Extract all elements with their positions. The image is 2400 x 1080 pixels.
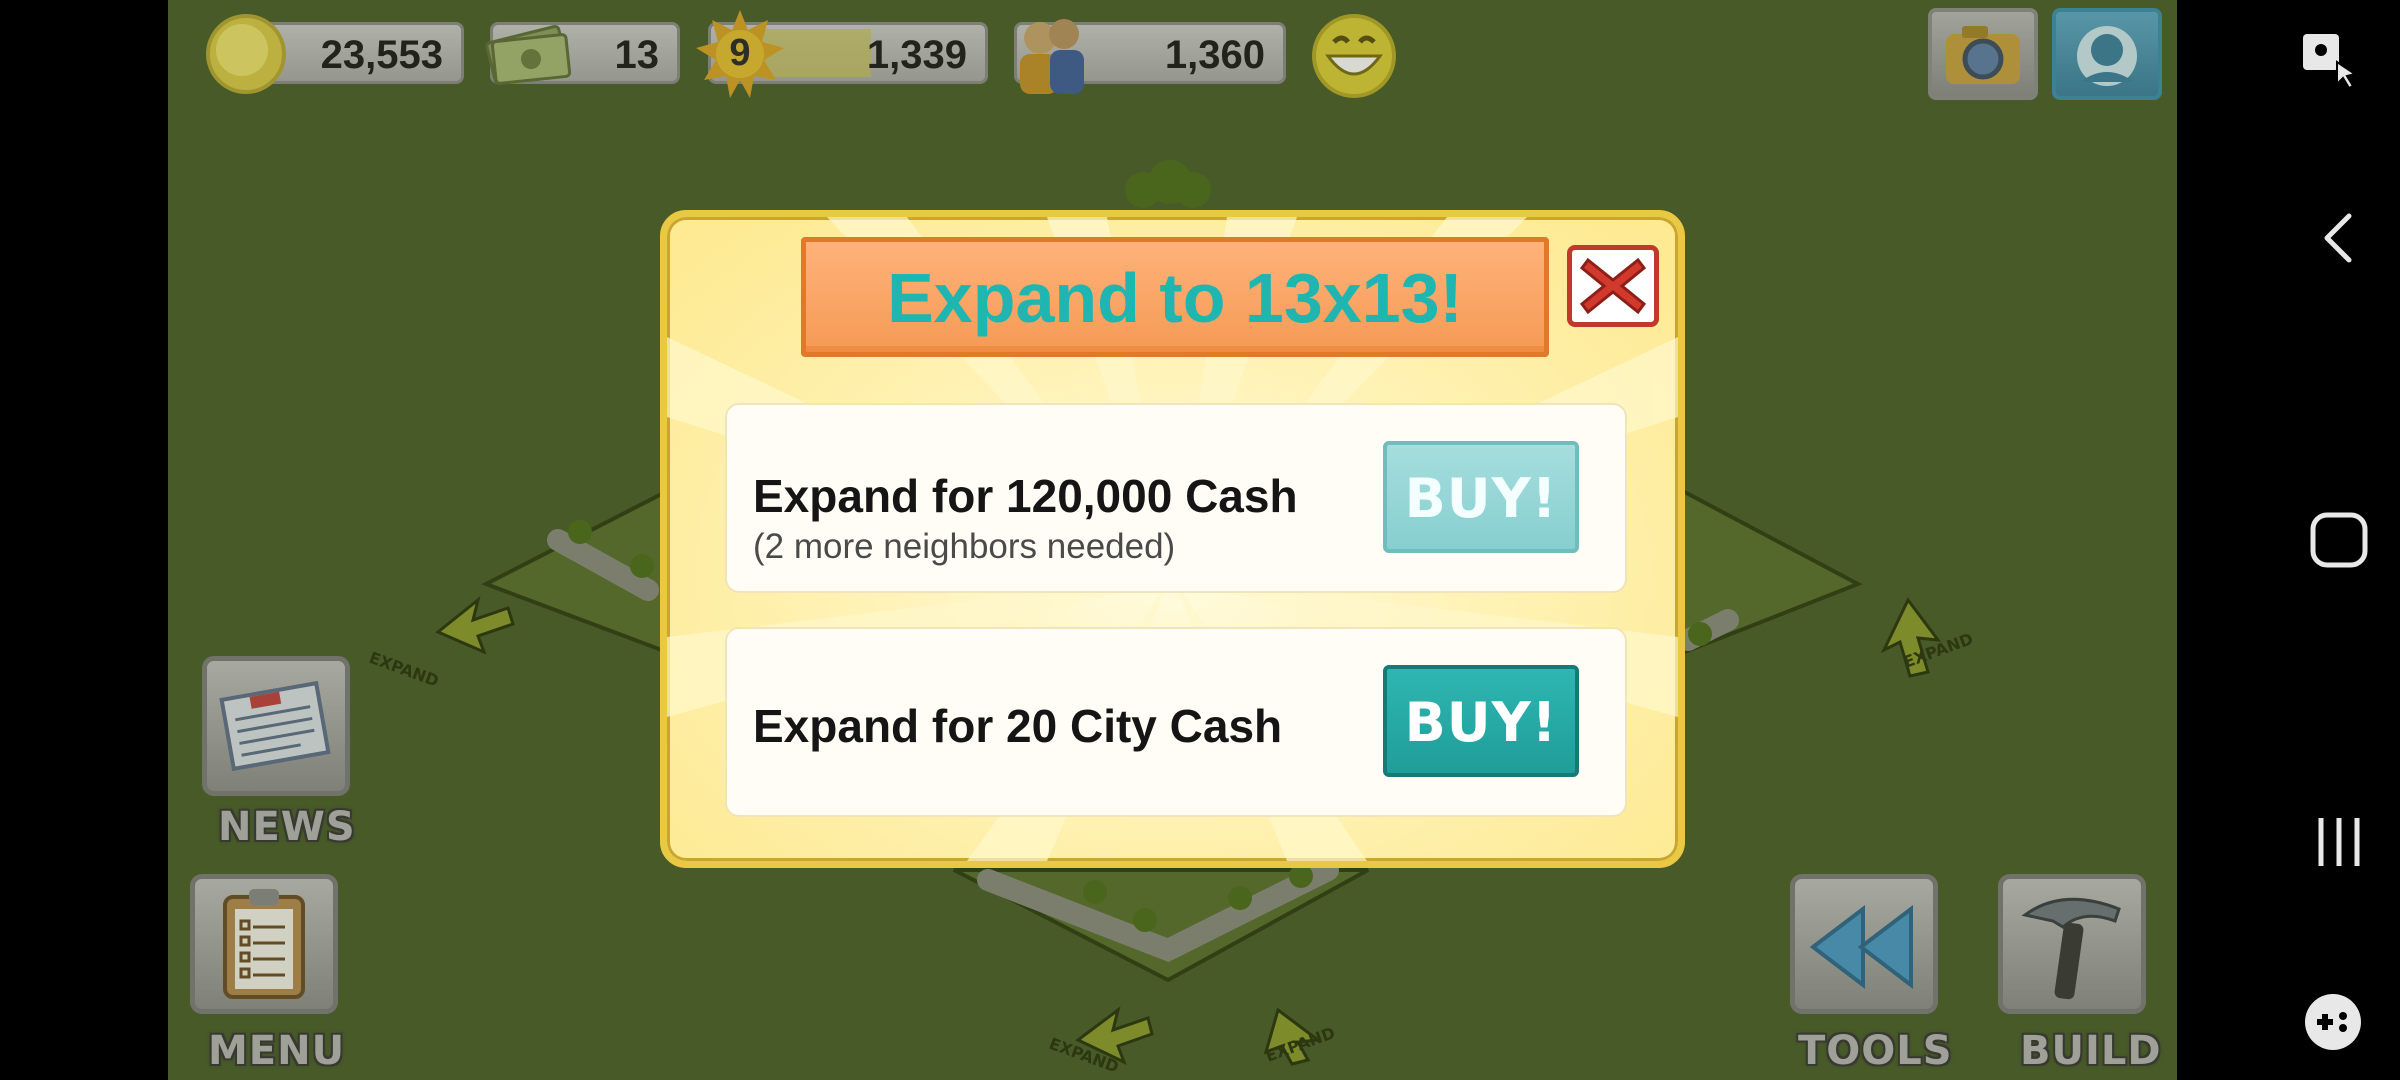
system-nav-bar <box>2177 0 2400 1080</box>
expand-dialog: Expand to 13x13! Expand for 120,000 Cash… <box>660 210 1685 868</box>
option-city-cash-label: Expand for 20 City Cash <box>753 700 1283 752</box>
expand-option-city-cash: Expand for 20 City Cash BUY! <box>725 627 1627 817</box>
buy-city-cash-label: BUY! <box>1404 691 1558 754</box>
option-cash-requirement: (2 more neighbors needed) <box>753 527 1176 566</box>
screen-pin-icon[interactable] <box>2297 26 2363 92</box>
close-button[interactable] <box>1567 245 1659 327</box>
recents-icon[interactable] <box>2311 812 2367 872</box>
buy-cash-label: BUY! <box>1404 467 1558 530</box>
home-icon[interactable] <box>2307 510 2371 570</box>
dialog-title: Expand to 13x13! <box>887 259 1463 337</box>
game-tools-icon[interactable] <box>2299 990 2367 1054</box>
expand-option-cash: Expand for 120,000 Cash (2 more neighbor… <box>725 403 1627 593</box>
close-x-icon <box>1579 257 1647 315</box>
buy-cash-button[interactable]: BUY! <box>1383 441 1579 553</box>
back-icon[interactable] <box>2315 208 2365 268</box>
buy-city-cash-button[interactable]: BUY! <box>1383 665 1579 777</box>
option-cash-label: Expand for 120,000 Cash <box>753 470 1298 522</box>
title-banner: Expand to 13x13! <box>801 237 1549 357</box>
